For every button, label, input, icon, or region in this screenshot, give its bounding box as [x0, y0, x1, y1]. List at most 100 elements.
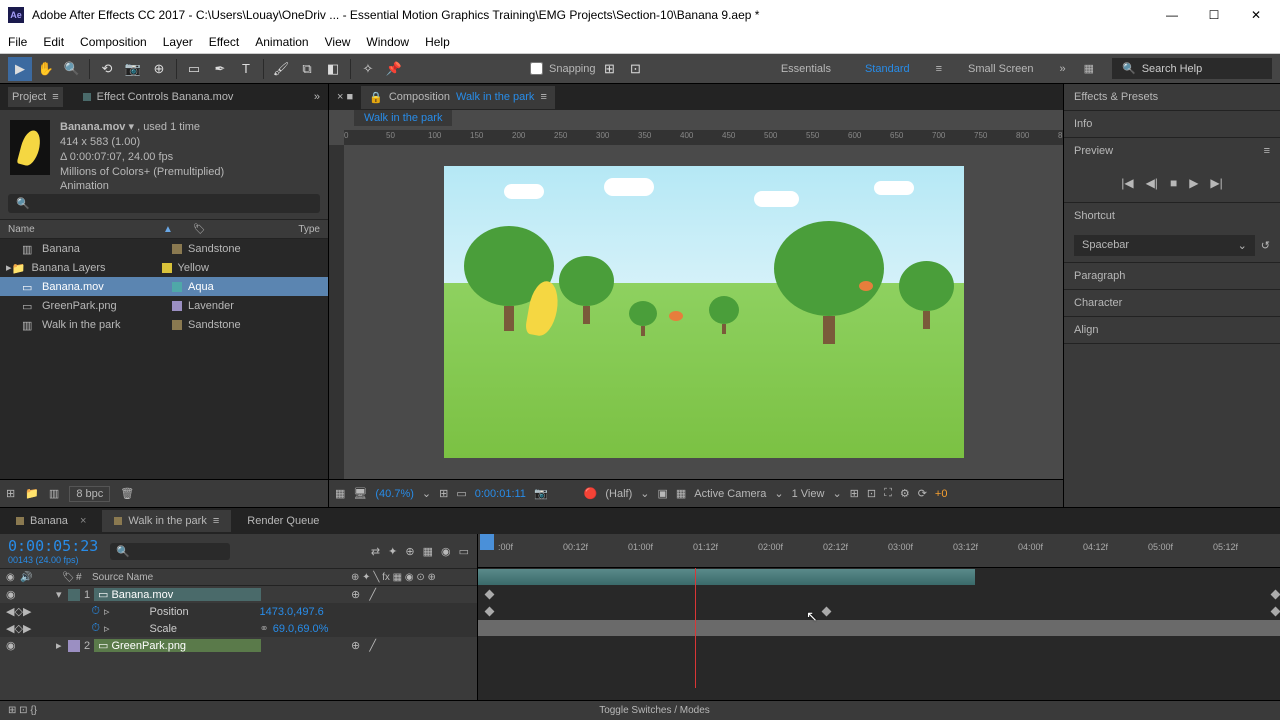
panel-preview[interactable]: Preview≡ — [1064, 138, 1280, 164]
panel-overflow-icon[interactable]: » — [314, 91, 320, 103]
workspace-overflow-icon[interactable]: » — [1059, 63, 1065, 75]
menu-help[interactable]: Help — [425, 35, 450, 49]
reset-icon[interactable]: ↺ — [1261, 239, 1270, 252]
tab-effect-controls[interactable]: Effect Controls Banana.mov — [79, 87, 238, 107]
zoom-dropdown[interactable]: (40.7%) — [375, 488, 414, 500]
audio-col-icon[interactable]: 🔊 — [20, 572, 34, 583]
property-row[interactable]: ◀◇▶ ⏱ ▹ Position 1473.0,497.6 — [0, 603, 477, 620]
keyframe[interactable] — [485, 607, 495, 617]
breadcrumb-item[interactable]: Walk in the park — [354, 110, 452, 126]
property-row[interactable]: ◀◇▶ ⏱ ▹ Scale ⚭ 69.0,69.0% — [0, 620, 477, 637]
dropdown-icon[interactable]: ▾ — [128, 121, 134, 133]
rectangle-tool[interactable]: ▭ — [182, 57, 206, 81]
hand-tool[interactable]: ✋ — [34, 57, 58, 81]
tl-opt-icon[interactable]: ⊞ ⊡ {} — [8, 705, 37, 716]
timeline-tab[interactable]: Banana× — [4, 510, 98, 532]
close-icon[interactable]: × — [80, 515, 86, 527]
expand-icon[interactable]: ▸ — [56, 639, 68, 652]
tl-tool-icon[interactable]: ⊕ — [405, 545, 414, 558]
next-keyframe-icon[interactable]: ▶ — [23, 622, 31, 635]
view-opt3-icon[interactable]: ⛶ — [884, 487, 892, 500]
snapping-opt-icon[interactable]: ⊞ — [598, 57, 622, 81]
workspace-small-screen[interactable]: Small Screen — [960, 59, 1041, 79]
view-dropdown[interactable]: 1 View — [792, 488, 825, 500]
snapping-checkbox[interactable] — [530, 62, 543, 75]
grid-icon[interactable]: ▦ — [676, 487, 686, 500]
asset-row[interactable]: ▭Banana.movAqua — [0, 277, 328, 296]
new-folder-icon[interactable]: 📁 — [25, 487, 39, 500]
col-type[interactable]: Type — [298, 224, 320, 235]
interpret-icon[interactable]: ⊞ — [6, 487, 15, 500]
keyframe[interactable] — [821, 607, 831, 617]
layer-name[interactable]: ▭ GreenPark.png — [94, 639, 261, 652]
menu-file[interactable]: File — [8, 35, 27, 49]
channel-icon[interactable]: 🔴 — [584, 487, 598, 500]
camera-dropdown[interactable]: Active Camera — [694, 488, 766, 500]
stopwatch-icon[interactable]: ⏱ — [91, 605, 100, 618]
eye-col-icon[interactable]: ◉ — [6, 572, 20, 583]
col-name[interactable]: Name — [8, 224, 163, 235]
time-ruler[interactable]: :00f00:12f01:00f01:12f02:00f02:12f03:00f… — [478, 534, 1280, 568]
col-label-icon[interactable]: 🏷 — [193, 224, 206, 235]
asset-row[interactable]: ▸📁Banana LayersYellow — [0, 258, 328, 277]
maximize-button[interactable]: ☐ — [1202, 8, 1226, 22]
text-tool[interactable]: T — [234, 57, 258, 81]
timeline-tracks[interactable]: :00f00:12f01:00f01:12f02:00f02:12f03:00f… — [478, 534, 1280, 700]
keyframe[interactable] — [1271, 590, 1280, 600]
next-keyframe-icon[interactable]: ▶ — [23, 605, 31, 618]
roto-tool[interactable]: ✧ — [356, 57, 380, 81]
timeline-search[interactable]: 🔍 — [110, 543, 230, 560]
view-opt2-icon[interactable]: ⊡ — [867, 487, 876, 500]
clone-tool[interactable]: ⧉ — [295, 57, 319, 81]
workspace-menu-icon[interactable]: ≡ — [936, 63, 942, 75]
add-keyframe-icon[interactable]: ◇ — [14, 605, 22, 618]
first-frame-button[interactable]: |◀ — [1121, 176, 1133, 190]
comp-canvas[interactable] — [444, 166, 964, 458]
shortcut-dropdown[interactable]: Spacebar⌄ — [1074, 235, 1255, 256]
trash-icon[interactable]: 🗑 — [120, 487, 134, 500]
playhead-line[interactable] — [695, 568, 696, 688]
menu-view[interactable]: View — [325, 35, 351, 49]
layer-name[interactable]: ▭ Banana.mov — [94, 588, 261, 601]
timeline-tab-render[interactable]: Render Queue — [235, 510, 331, 532]
keyframe[interactable] — [1271, 607, 1280, 617]
help-search[interactable]: 🔍 Search Help — [1112, 58, 1272, 79]
puppet-tool[interactable]: 📌 — [382, 57, 406, 81]
minimize-button[interactable]: — — [1160, 8, 1184, 22]
layer-bar[interactable] — [478, 620, 1280, 636]
asset-row[interactable]: ▭GreenPark.pngLavender — [0, 296, 328, 315]
new-comp-icon[interactable]: ▥ — [49, 487, 59, 500]
sort-indicator-icon[interactable]: ▲ — [163, 224, 173, 235]
last-frame-button[interactable]: ▶| — [1210, 176, 1222, 190]
asset-row[interactable]: ▥BananaSandstone — [0, 239, 328, 258]
pen-tool[interactable]: ✒ — [208, 57, 232, 81]
menu-layer[interactable]: Layer — [163, 35, 193, 49]
panel-menu-icon[interactable]: ≡ — [1264, 145, 1270, 157]
workspace-standard[interactable]: Standard — [857, 59, 918, 79]
panel-paragraph[interactable]: Paragraph — [1064, 263, 1280, 289]
view-opt1-icon[interactable]: ⊞ — [850, 487, 859, 500]
lock-icon[interactable]: 🔒 — [369, 91, 383, 104]
camera-tool[interactable]: 📷 — [121, 57, 145, 81]
layer-row[interactable]: ◉ ▸ 2 ▭ GreenPark.png ⊕ ╱ — [0, 637, 477, 654]
visibility-toggle[interactable]: ◉ — [6, 639, 20, 652]
prev-keyframe-icon[interactable]: ◀ — [6, 605, 14, 618]
eraser-tool[interactable]: ◧ — [321, 57, 345, 81]
close-button[interactable]: ✕ — [1244, 8, 1268, 22]
snapshot-icon[interactable]: 📷 — [534, 487, 548, 500]
panel-effects-presets[interactable]: Effects & Presets — [1064, 84, 1280, 110]
tab-project[interactable]: Project ≡ — [8, 87, 63, 107]
res-icon[interactable]: ⊞ — [439, 487, 448, 500]
tl-tool-icon[interactable]: ▦ — [423, 545, 433, 558]
bpc-button[interactable]: 8 bpc — [69, 486, 110, 502]
tl-tool-icon[interactable]: ✦ — [388, 545, 397, 558]
menu-animation[interactable]: Animation — [255, 35, 308, 49]
panel-menu-icon[interactable]: ≡ — [213, 515, 219, 527]
menu-edit[interactable]: Edit — [43, 35, 64, 49]
zoom-tool[interactable]: 🔍 — [60, 57, 84, 81]
panel-menu-icon[interactable]: ≡ — [540, 91, 546, 103]
menu-window[interactable]: Window — [366, 35, 409, 49]
mask-icon[interactable]: ▭ — [456, 487, 466, 500]
view-opt4-icon[interactable]: ⚙ — [900, 487, 910, 500]
keyframe[interactable] — [485, 590, 495, 600]
